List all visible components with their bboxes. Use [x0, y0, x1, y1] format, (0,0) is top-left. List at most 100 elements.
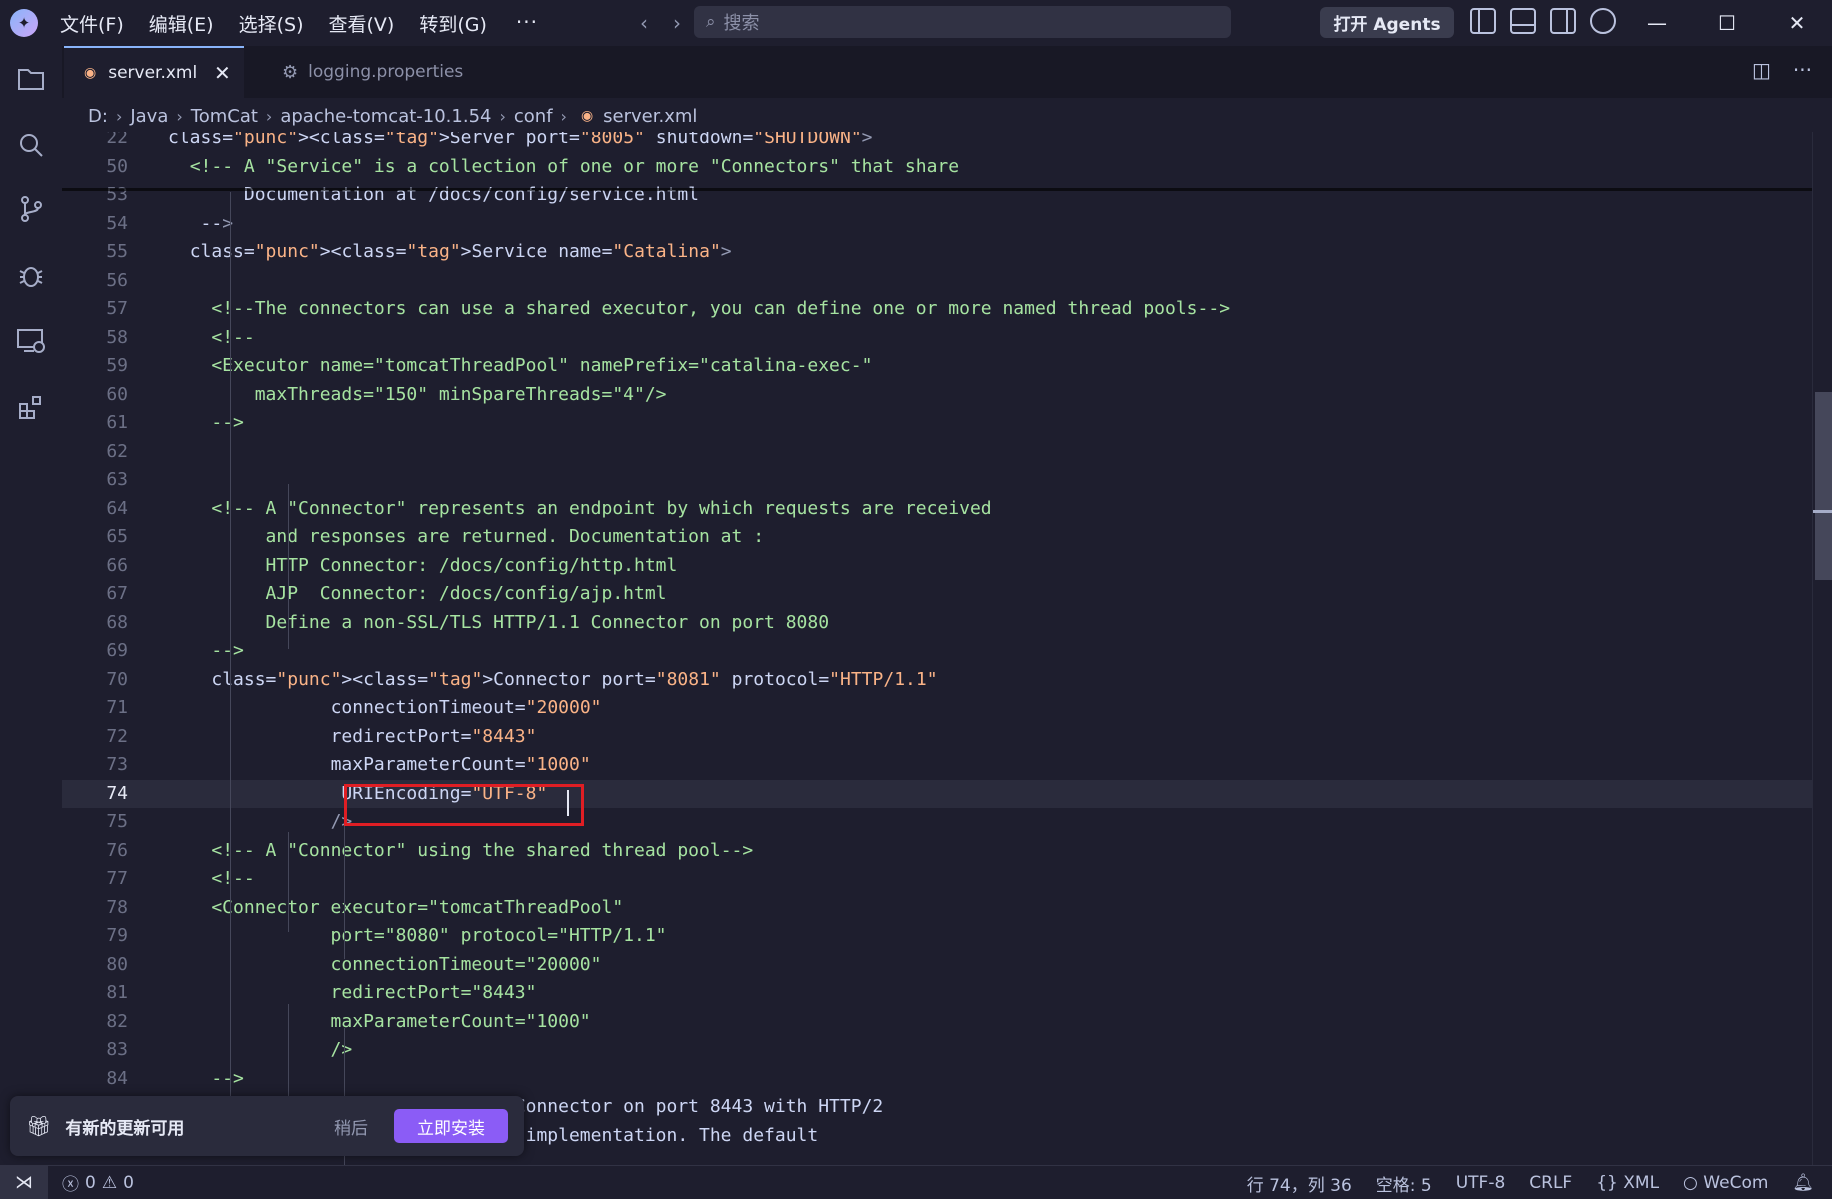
scrollbar-thumb[interactable]	[1815, 392, 1832, 580]
code-text: connectionTimeout="20000"	[168, 953, 602, 975]
tab-server-xml[interactable]: ◉ server.xml ✕	[64, 46, 244, 98]
code-line[interactable]: 57 <!--The connectors can use a shared e…	[62, 295, 1812, 323]
code-line[interactable]: 84 -->	[62, 1065, 1812, 1093]
toggle-primary-sidebar-icon[interactable]	[1470, 8, 1496, 34]
code-line[interactable]: 60 maxThreads="150" minSpareThreads="4"/…	[62, 381, 1812, 409]
breadcrumb-item[interactable]: server.xml	[603, 106, 697, 127]
line-number: 22	[106, 132, 128, 148]
code-line[interactable]: 67 AJP Connector: /docs/config/ajp.html	[62, 580, 1812, 608]
code-line[interactable]: 68 Define a non-SSL/TLS HTTP/1.1 Connect…	[62, 609, 1812, 637]
open-agents-button[interactable]: 打开 Agents	[1320, 7, 1454, 38]
remote-explorer-icon[interactable]	[16, 326, 46, 356]
code-line[interactable]: 73 maxParameterCount="1000"	[62, 751, 1812, 779]
line-ending[interactable]: CRLF	[1529, 1173, 1572, 1193]
code-line[interactable]: 22 class="punc"><class="tag">Server port=…	[62, 132, 1812, 152]
debug-icon[interactable]	[16, 260, 46, 290]
code-text: <!--	[211, 868, 255, 889]
menu-bar: 文件(F) 编辑(E) 选择(S) 查看(V) 转到(G) ···	[60, 10, 538, 37]
language-mode[interactable]: {} XML	[1596, 1173, 1659, 1193]
menu-go[interactable]: 转到(G)	[419, 10, 487, 37]
code-line[interactable]: 59 <Executor name="tomcatThreadPool" nam…	[62, 352, 1812, 380]
circle-icon: ○	[1683, 1173, 1704, 1193]
encoding[interactable]: UTF-8	[1456, 1173, 1506, 1193]
account-icon[interactable]	[1590, 8, 1616, 34]
code-line[interactable]: 74 URIEncoding="UTF-8"	[62, 779, 1812, 808]
line-number: 75	[106, 811, 128, 832]
code-line[interactable]: 53 Documentation at /docs/config/service…	[62, 181, 1812, 209]
code-line[interactable]: 63	[62, 466, 1812, 494]
code-line[interactable]: 64 <!-- A "Connector" represents an endp…	[62, 495, 1812, 523]
tab-logging-properties[interactable]: ⚙ logging.properties	[262, 46, 463, 98]
breadcrumb-item[interactable]: apache-tomcat-10.1.54	[280, 106, 491, 127]
xml-file-icon: ◉	[84, 65, 97, 81]
more-actions-icon[interactable]: ···	[1793, 58, 1812, 82]
code-line[interactable]: 69 -->	[62, 637, 1812, 665]
code-line[interactable]: 78 <Connector executor="tomcatThreadPool…	[62, 894, 1812, 922]
code-line[interactable]: 62	[62, 438, 1812, 466]
code-text: />	[168, 1039, 353, 1060]
search-input[interactable]: ⌕ 搜索	[694, 6, 1231, 38]
menu-edit[interactable]: 编辑(E)	[149, 10, 214, 37]
code-line[interactable]: 65 and responses are returned. Documenta…	[62, 523, 1812, 551]
code-line[interactable]: 56	[62, 267, 1812, 295]
breadcrumb-item[interactable]: TomCat	[191, 106, 258, 127]
split-editor-icon[interactable]: ◫	[1752, 58, 1771, 82]
search-view-icon[interactable]	[16, 130, 46, 160]
maximize-icon[interactable]: ☐	[1692, 0, 1762, 46]
code-line[interactable]: 81 redirectPort="8443"	[62, 979, 1812, 1007]
code-line[interactable]: 72 redirectPort="8443"	[62, 723, 1812, 751]
menu-more-icon[interactable]: ···	[516, 10, 538, 37]
line-number: 54	[106, 212, 128, 234]
line-number: 82	[106, 1010, 128, 1032]
close-tab-icon[interactable]: ✕	[214, 61, 231, 85]
toggle-panel-icon[interactable]	[1510, 8, 1536, 34]
code-text: and responses are returned. Documentatio…	[168, 526, 765, 547]
menu-selection[interactable]: 选择(S)	[239, 10, 304, 37]
editor-scrollbar[interactable]	[1812, 132, 1832, 1165]
indentation[interactable]: 空格: 5	[1376, 1171, 1432, 1196]
problems-indicator[interactable]: ⓧ 0 ⚠ 0	[62, 1170, 134, 1196]
code-line[interactable]: 71 connectionTimeout="20000"	[62, 694, 1812, 722]
code-line[interactable]: 70 class="punc"><class="tag">Connector p…	[62, 666, 1812, 694]
cursor-position[interactable]: 行 74，列 36	[1247, 1171, 1352, 1196]
code-line[interactable]: 61 -->	[62, 409, 1812, 437]
code-line[interactable]: 82 maxParameterCount="1000"	[62, 1008, 1812, 1036]
source-control-icon[interactable]	[16, 194, 46, 224]
close-window-icon[interactable]: ✕	[1762, 0, 1832, 46]
minimize-icon[interactable]: —	[1622, 0, 1692, 46]
notifications-bell-icon[interactable]: 🔔︎	[1792, 1173, 1814, 1193]
menu-view[interactable]: 查看(V)	[329, 10, 395, 37]
code-line[interactable]: 79 port="8080" protocol="HTTP/1.1"	[62, 922, 1812, 950]
code-text: />	[330, 811, 353, 832]
breadcrumb-item[interactable]: conf	[514, 106, 553, 127]
code-text: Documentation at /docs/config/service.ht…	[168, 184, 700, 205]
search-placeholder: 搜索	[723, 13, 760, 34]
breadcrumb-item[interactable]: D:	[88, 106, 108, 127]
explorer-icon[interactable]	[16, 64, 46, 94]
code-line[interactable]: 66 HTTP Connector: /docs/config/http.htm…	[62, 552, 1812, 580]
code-line[interactable]: 76 <!-- A "Connector" using the shared t…	[62, 837, 1812, 865]
remote-indicator-icon[interactable]: ⋊	[0, 1165, 48, 1199]
code-editor[interactable]: 22 class="punc"><class="tag">Server port=…	[62, 132, 1812, 1165]
menu-file[interactable]: 文件(F)	[60, 10, 124, 37]
code-line[interactable]: 58 <!--	[62, 324, 1812, 352]
forward-arrow-icon[interactable]: ›	[673, 11, 681, 35]
line-number: 79	[106, 925, 128, 946]
code-line[interactable]: 54 -->	[62, 210, 1812, 238]
wecom-status[interactable]: ○ WeCom	[1683, 1173, 1768, 1193]
code-line[interactable]: 75 />	[62, 808, 1812, 836]
later-button[interactable]: 稍后	[334, 1114, 368, 1139]
install-now-button[interactable]: 立即安装	[394, 1109, 508, 1143]
breadcrumb-item[interactable]: Java	[130, 106, 168, 127]
code-line[interactable]: 83 />	[62, 1036, 1812, 1064]
toggle-secondary-sidebar-icon[interactable]	[1550, 8, 1576, 34]
code-line[interactable]: 77 <!--	[62, 865, 1812, 893]
code-line[interactable]: 55 class="punc"><class="tag">Service nam…	[62, 238, 1812, 266]
back-arrow-icon[interactable]: ‹	[640, 11, 648, 35]
extensions-icon[interactable]	[16, 392, 46, 422]
code-line[interactable]: 80 connectionTimeout="20000"	[62, 951, 1812, 979]
status-bar-right: 行 74，列 36 空格: 5 UTF-8 CRLF {} XML ○ WeCo…	[1247, 1166, 1814, 1199]
line-number: 50	[106, 155, 128, 177]
code-line[interactable]: 50 <!-- A "Service" is a collection of o…	[62, 152, 1812, 181]
indent-guide	[344, 784, 345, 959]
